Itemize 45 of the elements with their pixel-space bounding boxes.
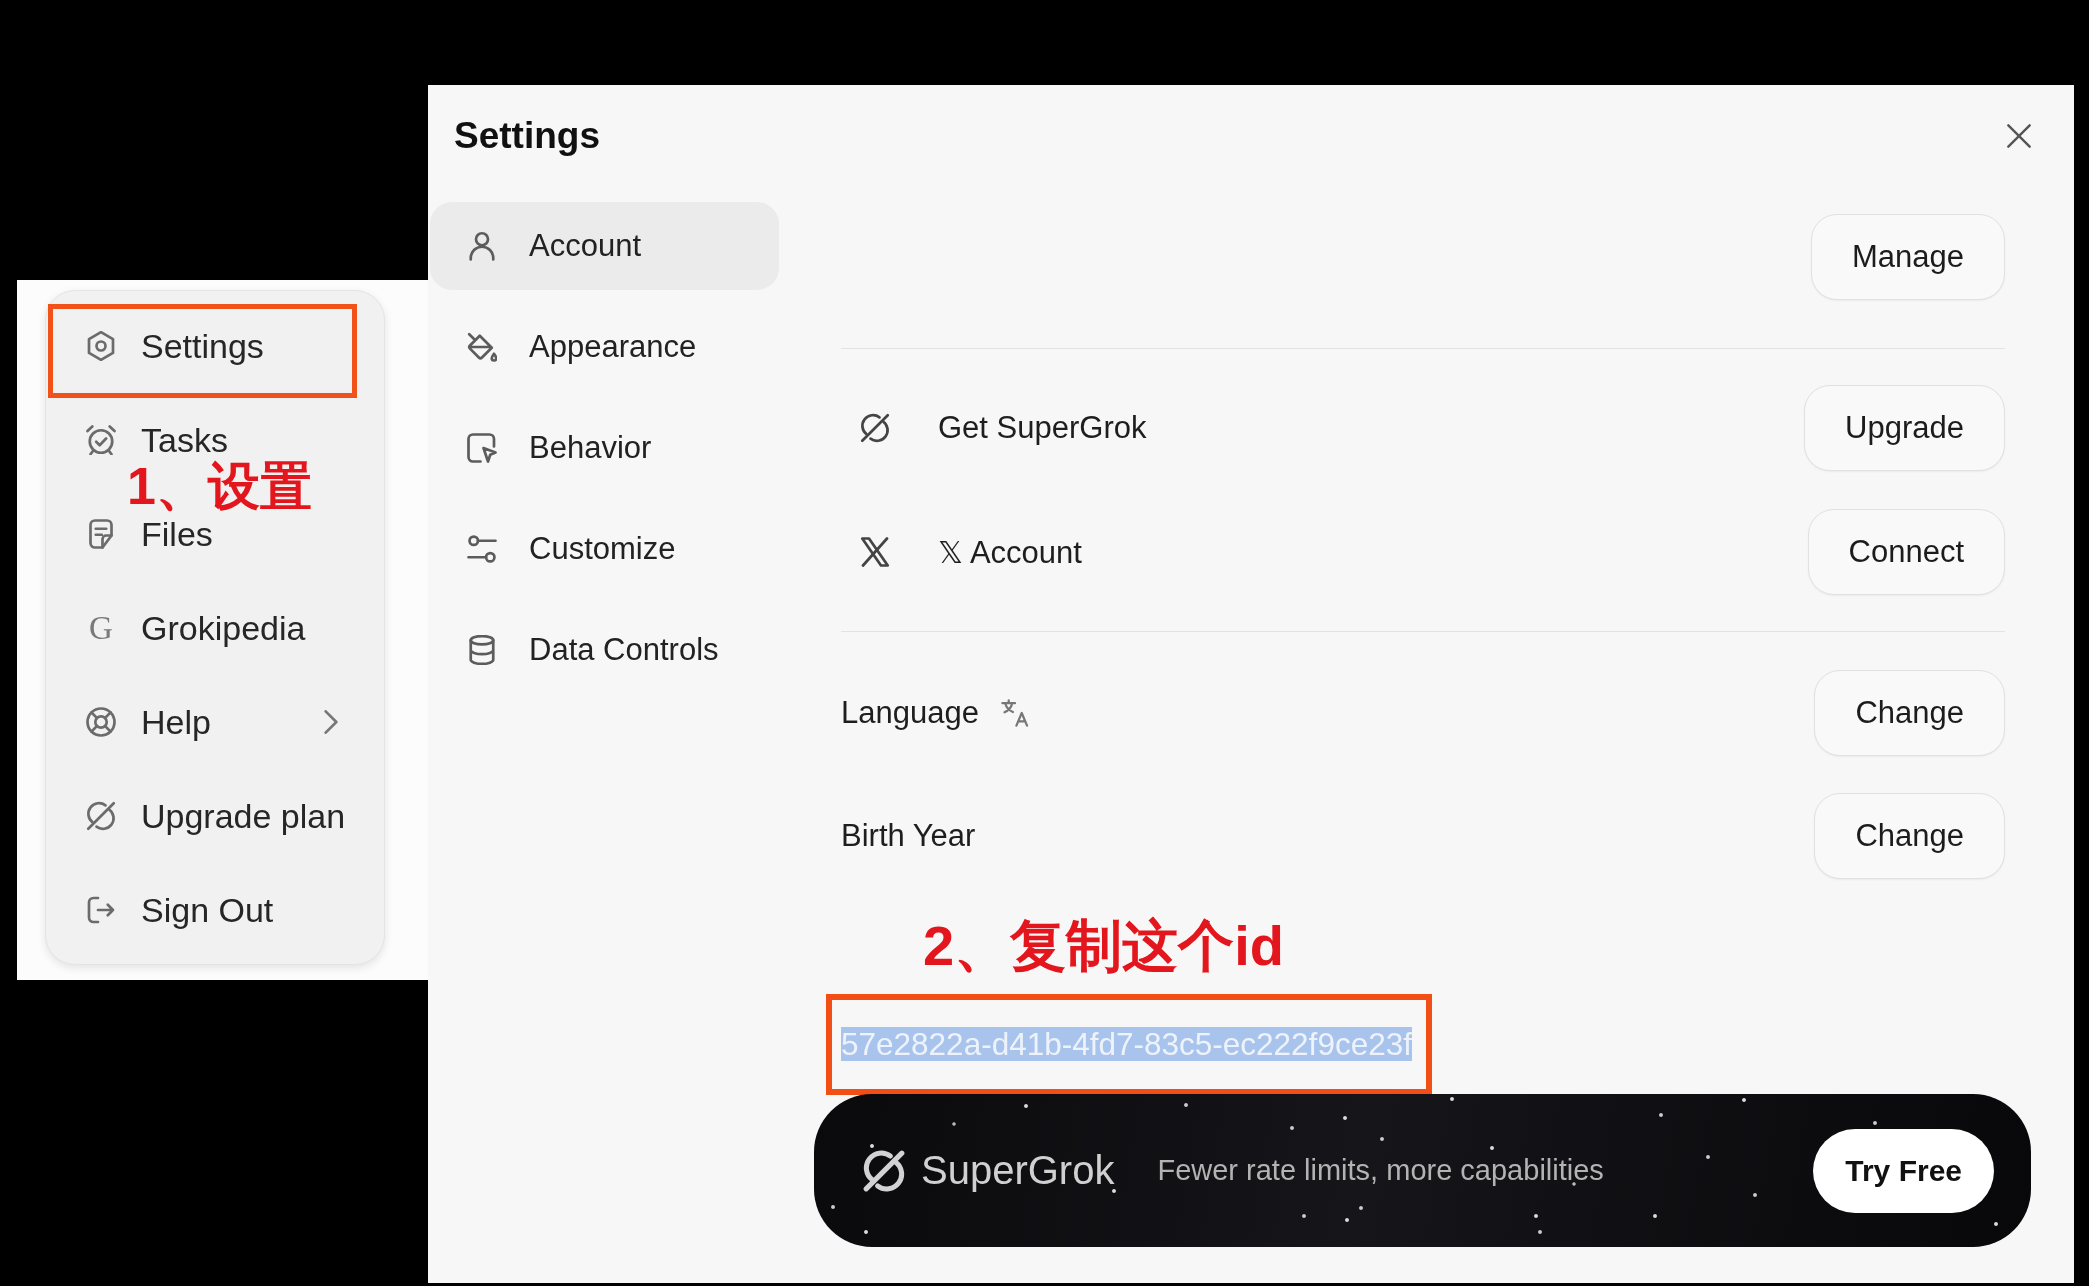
slashed-circle-icon — [863, 1149, 905, 1192]
cursor-icon — [467, 433, 497, 463]
nav-item[interactable]: Appearance — [430, 303, 779, 391]
tagline-text: Fewer rate limits, more capabilities — [1157, 1154, 1604, 1187]
row-label: Language — [841, 695, 979, 731]
slashed-circle-icon — [86, 801, 116, 831]
user-id-text: 57e2822a-d41b-4fd7-83c5-ec222f9ce23f — [841, 1027, 1412, 1061]
sliders-icon — [467, 534, 497, 564]
letter-g-icon: G — [86, 611, 116, 645]
menu-item[interactable]: G Grokipedia — [46, 608, 384, 648]
row-label: 𝕏 Account — [938, 533, 1082, 571]
row-label: Birth Year — [841, 818, 976, 854]
menu-item[interactable]: Tasks — [46, 420, 384, 460]
annotation-text: 1、设置 — [127, 460, 312, 512]
action-button[interactable]: Connect — [1807, 509, 2005, 595]
nav-item[interactable]: Behavior — [430, 404, 779, 492]
menu-item[interactable]: Files — [46, 514, 384, 554]
try-free-button[interactable]: Try Free — [1813, 1128, 1994, 1213]
close-icon — [2007, 124, 2031, 148]
menu-item[interactable]: Sign Out — [46, 890, 384, 930]
menu-item[interactable]: Upgrade plan — [46, 796, 384, 836]
action-button[interactable]: Upgrade — [1804, 385, 2005, 471]
nav-item[interactable]: Customize — [430, 505, 779, 593]
menu-item[interactable]: Help — [46, 702, 384, 742]
translate-icon — [1000, 699, 1029, 727]
database-icon — [467, 635, 497, 665]
dialog-title: Settings — [454, 115, 600, 157]
row-label: Get SuperGrok — [938, 410, 1147, 446]
annotation-text: 2、复制这个id — [923, 917, 1284, 975]
nav-item[interactable]: Data Controls — [430, 606, 779, 694]
slashed-circle-icon — [860, 413, 890, 443]
brand-name: SuperGrok — [921, 1148, 1115, 1193]
change-button[interactable]: Change — [1814, 670, 2005, 756]
x-logo-icon — [860, 537, 890, 567]
paint-bucket-icon — [467, 332, 497, 362]
person-icon — [467, 231, 497, 261]
nav-item[interactable]: Account — [430, 202, 779, 290]
settings-icon — [86, 331, 116, 361]
note-icon — [86, 519, 116, 549]
change-button[interactable]: Change — [1814, 793, 2005, 879]
manage-button[interactable]: Manage — [1810, 214, 2005, 300]
alarm-clock-icon — [86, 425, 116, 455]
exit-arrow-icon — [86, 895, 116, 925]
lifebuoy-icon — [86, 707, 116, 737]
menu-item[interactable]: Settings — [46, 326, 384, 366]
